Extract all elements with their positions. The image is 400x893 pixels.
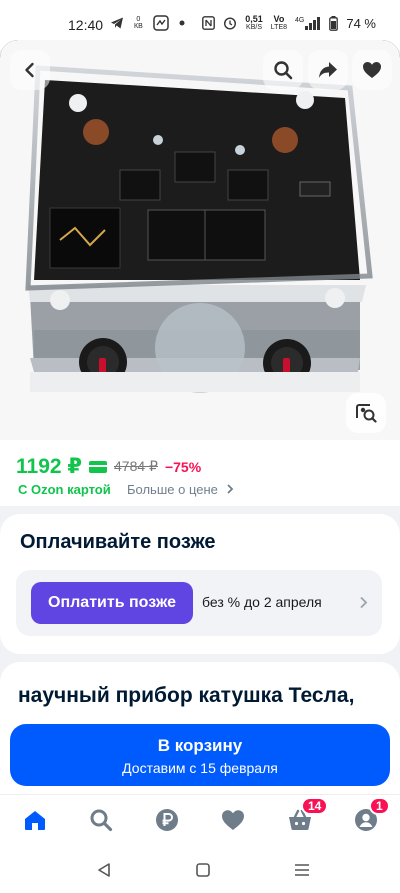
tesla-coil-device-image [0, 40, 400, 440]
price-row: 1192 ₽ 4784 ₽ −75% [16, 454, 201, 479]
signal-strength-icon: 4G [295, 16, 321, 30]
pay-later-row[interactable]: Оплатить позже без % до 2 апреля [16, 570, 382, 636]
bottom-tab-bar: 14 1 [0, 794, 400, 848]
pay-later-note: без % до 2 апреля [202, 594, 322, 610]
price-block: 1192 ₽ 4784 ₽ −75% С Ozon картой Больше … [0, 440, 400, 506]
tab-profile[interactable]: 1 [351, 797, 390, 835]
triangle-back-icon [98, 863, 110, 877]
app-notification-icon [153, 15, 169, 31]
search-icon [274, 61, 293, 80]
chevron-right-icon [226, 484, 233, 494]
old-price: 4784 ₽ [114, 458, 158, 474]
alarm-icon [224, 17, 237, 30]
chevron-right-icon [360, 596, 368, 609]
search-button[interactable] [263, 50, 303, 90]
add-to-cart-button[interactable]: В корзину Доставим с 15 февраля [10, 724, 390, 786]
share-arrow-icon [319, 62, 337, 78]
ozon-product-screen: 12:40 0 КВ 0,51 KB/S Vo LTE8 4G 74 % 119… [0, 0, 400, 893]
current-price: 1192 ₽ [16, 455, 83, 478]
volte-indicator: Vo LTE8 [270, 14, 288, 32]
system-recents-button[interactable] [292, 860, 312, 880]
ruble-icon [156, 809, 178, 831]
data-speed-indicator: 0 КВ [134, 16, 143, 30]
image-search-button[interactable] [346, 393, 386, 433]
add-to-cart-label: В корзину [157, 736, 243, 755]
system-back-button[interactable] [94, 860, 114, 880]
pay-later-card: Оплачивайте позже Оплатить позже без % д… [0, 514, 400, 654]
cart-count-badge: 14 [301, 797, 329, 815]
product-photo[interactable] [0, 40, 400, 440]
delivery-date-label: Доставим с 15 февраля [122, 760, 278, 776]
square-home-icon [196, 863, 210, 877]
heart-icon [363, 62, 381, 78]
ozon-card-label: С Ozon картой [18, 482, 111, 497]
ozon-card-icon [89, 460, 108, 473]
product-title: научный прибор катушка Тесла, [18, 684, 355, 707]
pay-later-button[interactable]: Оплатить позже [31, 582, 193, 624]
image-search-icon [356, 404, 377, 423]
more-about-price-link[interactable]: Больше о цене [127, 482, 234, 497]
system-home-button[interactable] [193, 860, 213, 880]
share-button[interactable] [308, 50, 348, 90]
tab-home[interactable] [20, 805, 50, 835]
search-icon [90, 809, 113, 832]
system-navigation-bar [0, 848, 400, 893]
tab-cart[interactable]: 14 [285, 797, 329, 835]
back-button[interactable] [10, 50, 50, 90]
profile-notification-badge: 1 [369, 797, 390, 815]
net-speed-indicator: 0,51 KB/S [245, 14, 263, 32]
telegram-icon [111, 17, 123, 29]
menu-lines-icon [295, 864, 309, 876]
home-icon [25, 811, 45, 830]
battery-percent: 74 % [346, 15, 376, 31]
status-time: 12:40 [68, 17, 104, 33]
dot-icon [179, 20, 185, 26]
tab-favorites[interactable] [218, 805, 248, 835]
chevron-left-icon [25, 62, 34, 78]
battery-icon [329, 15, 339, 31]
heart-icon [222, 810, 244, 830]
nfc-icon [202, 16, 216, 30]
tab-search[interactable] [86, 805, 116, 835]
favorite-button[interactable] [352, 50, 392, 90]
discount-badge: −75% [164, 458, 202, 475]
pay-later-title: Оплачивайте позже [20, 531, 216, 553]
tab-ruble[interactable] [152, 805, 182, 835]
